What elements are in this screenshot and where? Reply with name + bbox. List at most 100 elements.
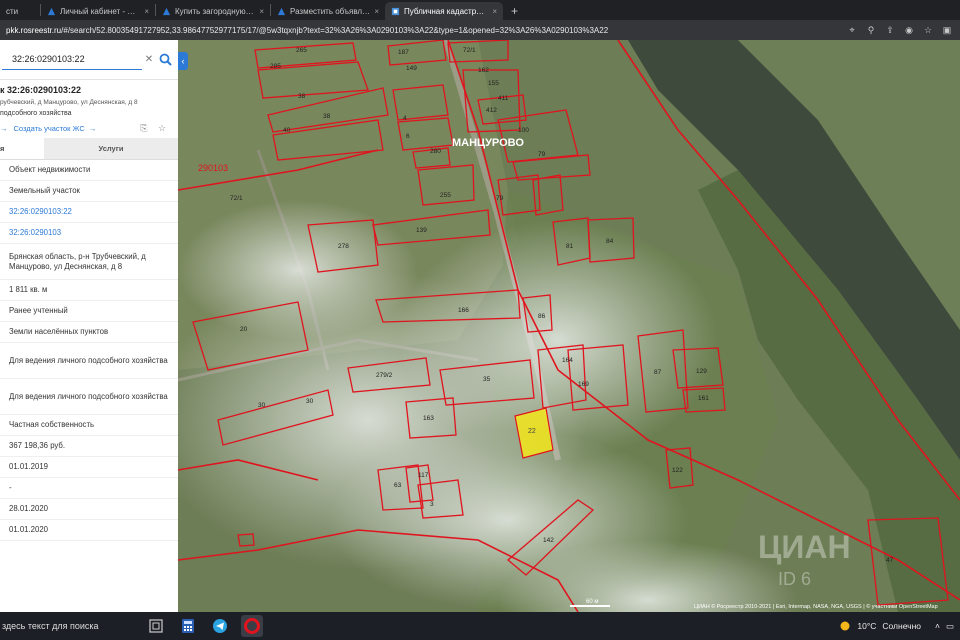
star-icon[interactable]: ☆	[923, 25, 933, 35]
task-view-icon[interactable]	[145, 615, 167, 637]
parcel-number: 38	[323, 113, 331, 120]
parcel-number: 87	[654, 369, 662, 376]
parcel-number: 163	[423, 415, 434, 422]
close-icon[interactable]: ×	[259, 7, 264, 16]
rosreestr-favicon-icon	[391, 7, 400, 15]
object-title: к 32:26:0290103:22	[0, 85, 82, 95]
cian-favicon-icon	[162, 7, 171, 15]
panel-tabs: я Услуги	[0, 138, 178, 160]
parcel-number: 162	[478, 67, 489, 74]
parcel-number: 411	[498, 95, 509, 102]
taskbar: здесь текст для поиска 10°C Солнечно ˄ ▭	[0, 612, 960, 640]
attribute-row[interactable]: 32:26:0290103:22	[0, 202, 178, 223]
parcel-number: 278	[338, 243, 349, 250]
url-host: pkk.rosreestr.ru	[6, 25, 62, 35]
arrow-right-icon: →	[88, 123, 97, 133]
parcel-number: 280	[430, 148, 441, 155]
tab-info[interactable]: я	[0, 138, 44, 159]
cadastral-map[interactable]: 22 265 285 187 72/1 149 162 38 38 155 411 412 40 4 6 1…	[178, 40, 960, 612]
attribute-row: Объект недвижимости	[0, 160, 178, 181]
chevron-up-icon[interactable]: ˄	[935, 621, 940, 631]
temperature: 10°C	[857, 621, 877, 631]
village-label: МАНЦУРОВО	[452, 137, 524, 149]
new-tab-button[interactable]: +	[503, 2, 526, 20]
opera-icon[interactable]	[241, 615, 263, 637]
star-icon[interactable]: ☆	[156, 123, 168, 134]
parcel-number: 122	[672, 467, 683, 474]
close-icon[interactable]: ✕	[142, 54, 156, 65]
edit-icon[interactable]: ⎘	[138, 123, 150, 134]
search-input[interactable]	[2, 49, 142, 70]
browser-tab-active[interactable]: Публичная кадастровая к ×	[385, 2, 503, 20]
parcel-number: 142	[543, 537, 554, 544]
parcel-number: 86	[538, 313, 546, 320]
zoom-icon[interactable]: ⚲	[866, 25, 876, 35]
object-address: рубчевский, д Манцурово, ул Деснянская, …	[0, 99, 138, 106]
taskbar-search[interactable]: здесь текст для поиска	[0, 621, 140, 631]
parcel-number: 161	[698, 395, 709, 402]
parcel-number: 63	[394, 482, 402, 489]
attribute-row: Для ведения личного подсобного хозяйства	[0, 343, 178, 379]
cian-favicon-icon	[277, 7, 286, 15]
watermark: ЦИАН	[758, 529, 851, 565]
extension-icon[interactable]: ▣	[942, 25, 952, 35]
search-button[interactable]	[156, 51, 174, 69]
parcel-number: 4	[403, 115, 407, 122]
parcel-number: 255	[440, 192, 451, 199]
parcel-number: 79	[538, 151, 546, 158]
create-plot-link[interactable]: Создать участок ЖС	[14, 124, 85, 133]
object-use: подсобного хозяйства	[0, 110, 72, 117]
watermark-id: ID 6	[778, 569, 811, 589]
attribute-row: 28.01.2020	[0, 499, 178, 520]
url-field[interactable]: pkk.rosreestr.ru/#/search/52.80035491727…	[0, 26, 847, 35]
network-icon[interactable]: ▭	[946, 621, 954, 632]
arrow-right-icon: →	[0, 123, 8, 133]
system-tray: 10°C Солнечно ˄ ▭	[839, 620, 960, 632]
parcel-number: 129	[696, 368, 707, 375]
parcel-number: 169	[578, 381, 589, 388]
parcel-number: 149	[406, 65, 417, 72]
attribute-row: 01.01.2020	[0, 520, 178, 541]
share-icon[interactable]: ⇪	[885, 25, 895, 35]
telegram-icon[interactable]	[209, 615, 231, 637]
address-bar: pkk.rosreestr.ru/#/search/52.80035491727…	[0, 20, 960, 40]
parcel-number: 100	[518, 127, 529, 134]
attribute-row[interactable]: 32:26:0290103	[0, 223, 178, 244]
tab-title: сти	[6, 6, 19, 16]
browser-tab[interactable]: Личный кабинет - ЦИАН ×	[41, 2, 155, 20]
browser-tab[interactable]: сти	[0, 2, 40, 20]
calculator-icon[interactable]	[177, 615, 199, 637]
parcel-number: 164	[562, 357, 573, 364]
parcel-number: 20	[240, 326, 248, 333]
parcel-number: 285	[270, 63, 281, 70]
browser-tab[interactable]: Разместить объявление о ×	[271, 2, 385, 20]
parcel-number: 84	[606, 238, 614, 245]
parcel-number: 47	[886, 557, 894, 564]
parcel-number: 265	[296, 47, 307, 54]
tab-services[interactable]: Услуги	[44, 138, 178, 159]
location-icon[interactable]: ⌖	[847, 25, 857, 35]
browser-tab-strip: сти Личный кабинет - ЦИАН × Купить загор…	[0, 0, 960, 20]
close-icon[interactable]: ×	[374, 7, 379, 16]
map-attribution: ЦИАН © Росреестр 2010-2021 | Esri, Inter…	[694, 603, 938, 610]
tab-title: Личный кабинет - ЦИАН	[60, 6, 140, 16]
parcel-number: 166	[458, 307, 469, 314]
attribute-row: -	[0, 478, 178, 499]
collapse-panel-button[interactable]: ‹	[178, 52, 188, 70]
parcel-number: 412	[486, 107, 497, 114]
quarter-label: 290103	[198, 163, 228, 173]
parcel-number: 187	[398, 49, 409, 56]
sun-icon	[840, 621, 850, 631]
object-actions: → Создать участок ЖС → ⎘ ☆	[0, 120, 174, 136]
attribute-row: Частная собственность	[0, 415, 178, 436]
map-canvas[interactable]: 22 265 285 187 72/1 149 162 38 38 155 411412 40 4 6 1…	[178, 40, 960, 612]
parcel-number: 117	[418, 472, 429, 479]
close-icon[interactable]: ×	[144, 7, 149, 16]
camera-icon[interactable]: ◉	[904, 25, 914, 35]
parcel-number: 30	[258, 402, 266, 409]
tab-title: Публичная кадастровая к	[404, 6, 488, 16]
attribute-row: Земельный участок	[0, 181, 178, 202]
browser-tab[interactable]: Купить загородную недв ×	[156, 2, 270, 20]
close-icon[interactable]: ×	[492, 7, 497, 16]
parcel-number: 139	[416, 227, 427, 234]
